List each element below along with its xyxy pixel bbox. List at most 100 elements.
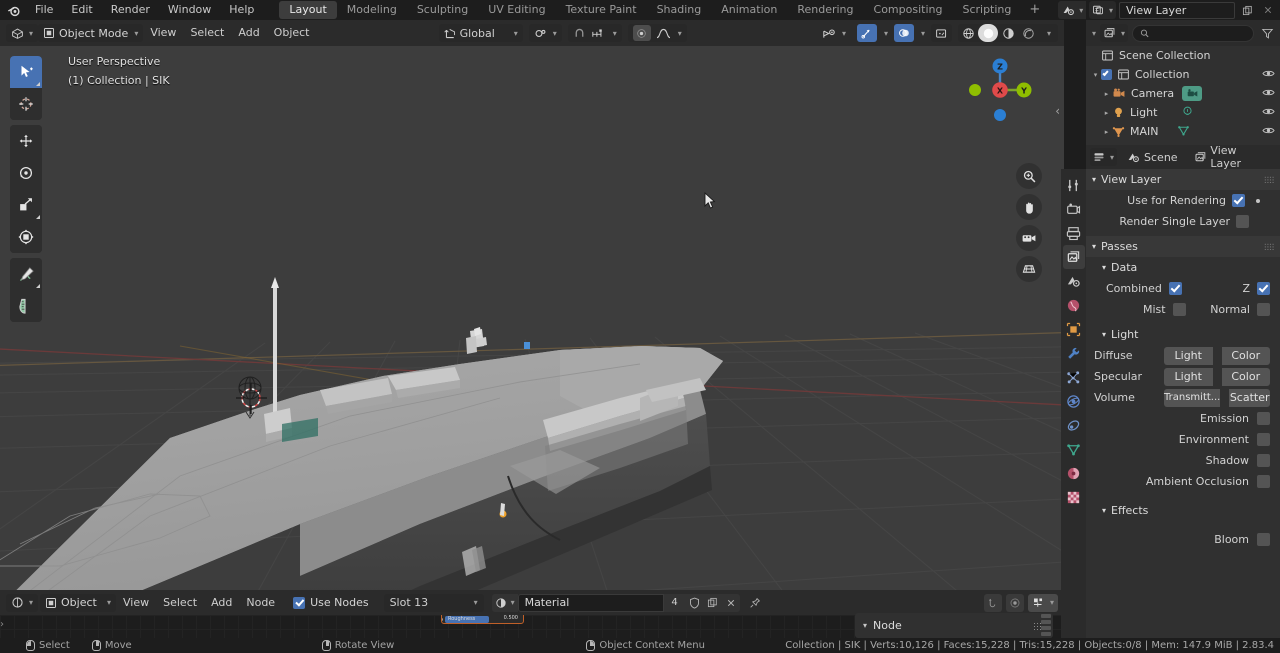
shader-menu-add[interactable]: Add xyxy=(204,594,239,612)
hide-in-viewport-icon[interactable] xyxy=(1262,68,1275,82)
workspace-tab-scripting[interactable]: Scripting xyxy=(952,1,1021,19)
render-tab-icon[interactable] xyxy=(1063,197,1085,221)
modifier-tab-icon[interactable] xyxy=(1063,341,1085,365)
principled-bsdf-node[interactable]: Specular 0.500 Specular Tint 0.000 Rough… xyxy=(441,615,524,624)
z-checkbox[interactable] xyxy=(1257,282,1270,295)
row-ambient-occlusion[interactable]: Ambient Occlusion xyxy=(1086,471,1280,492)
animate-property-dot[interactable] xyxy=(1256,198,1260,203)
menu-file[interactable]: File xyxy=(26,0,62,20)
subsection-light-header[interactable]: ▾ Light xyxy=(1086,324,1280,345)
pin-id-button[interactable] xyxy=(746,594,764,612)
scene-tab-icon[interactable] xyxy=(1063,269,1085,293)
disclosure-triangle-icon[interactable]: ▾ xyxy=(863,621,867,630)
material-slot-selector[interactable]: Slot 13 ▾ xyxy=(383,593,484,612)
measure-tool[interactable] xyxy=(10,290,42,322)
disclosure-triangle-icon[interactable]: ▾ xyxy=(1102,263,1106,272)
use-for-rendering-checkbox[interactable] xyxy=(1232,194,1245,207)
menu-help[interactable]: Help xyxy=(220,0,263,20)
disclosure-triangle-icon[interactable]: ▾ xyxy=(1090,71,1101,79)
shader-menu-node[interactable]: Node xyxy=(239,594,282,612)
section-view-layer-header[interactable]: ▾ View Layer xyxy=(1086,169,1280,190)
move-tool[interactable] xyxy=(10,125,42,157)
viewport-menu-view[interactable]: View xyxy=(143,24,183,42)
specular-color-button[interactable]: Color xyxy=(1221,367,1270,386)
new-view-layer-button[interactable] xyxy=(1238,1,1256,19)
new-material-button[interactable] xyxy=(703,593,722,612)
breadcrumb-view-layer[interactable]: View Layer xyxy=(1188,144,1276,170)
scale-tool[interactable] xyxy=(10,189,42,221)
material-preview-icon[interactable] xyxy=(998,24,1018,42)
disclosure-triangle-icon[interactable]: ▾ xyxy=(1092,242,1096,251)
toggle-perspective-button[interactable] xyxy=(1016,256,1042,282)
workspace-tab-animation[interactable]: Animation xyxy=(711,1,787,19)
overlays-icon[interactable] xyxy=(894,24,914,42)
material-browse-button[interactable]: ▾ xyxy=(491,593,518,612)
light-data-icon[interactable] xyxy=(1181,105,1194,121)
shadow-checkbox[interactable] xyxy=(1257,454,1270,467)
outliner-search-input[interactable] xyxy=(1153,26,1246,40)
rotate-tool[interactable] xyxy=(10,157,42,189)
collection-checkbox[interactable] xyxy=(1101,69,1112,80)
outliner-editor-type-icon[interactable]: ▾ xyxy=(1089,1,1117,19)
snapping-controls[interactable]: ▾ xyxy=(567,24,622,42)
material-tab-icon[interactable] xyxy=(1063,461,1085,485)
toggle-xray-button[interactable] xyxy=(931,24,953,42)
world-tab-icon[interactable] xyxy=(1063,293,1085,317)
annotate-tool[interactable] xyxy=(10,258,42,290)
properties-editor-type-icon[interactable]: ▾ xyxy=(1090,148,1118,166)
mesh-data-icon[interactable] xyxy=(1177,124,1190,140)
row-render-single-layer[interactable]: Render Single Layer xyxy=(1086,211,1280,232)
pan-view-button[interactable] xyxy=(1016,194,1042,220)
hide-in-viewport-icon[interactable] xyxy=(1262,87,1275,101)
disclosure-triangle-icon[interactable]: ▾ xyxy=(1092,175,1096,184)
view-layer-tab-icon[interactable] xyxy=(1062,245,1085,269)
section-passes-header[interactable]: ▾ Passes xyxy=(1086,236,1280,257)
proportional-edit-button[interactable] xyxy=(1005,593,1024,612)
hide-in-viewport-icon[interactable] xyxy=(1262,125,1275,139)
rendered-icon[interactable] xyxy=(1018,24,1038,42)
material-name-field[interactable]: Material xyxy=(517,593,664,612)
node-panel-tabs[interactable] xyxy=(1041,614,1051,637)
menu-window[interactable]: Window xyxy=(159,0,220,20)
panel-grip-icon[interactable] xyxy=(1264,176,1274,183)
workspace-tab-rendering[interactable]: Rendering xyxy=(787,1,863,19)
transform-orientation-selector[interactable]: Global ▾ xyxy=(438,24,523,42)
viewport-menu-add[interactable]: Add xyxy=(231,24,266,42)
subsection-data-header[interactable]: ▾ Data xyxy=(1086,257,1280,278)
outliner-row-light[interactable]: ▸ Light xyxy=(1086,103,1280,122)
hide-in-viewport-icon[interactable] xyxy=(1262,106,1275,120)
outliner-row-collection[interactable]: ▾ Collection xyxy=(1086,65,1280,84)
disclosure-triangle-icon[interactable]: ▸ xyxy=(1101,109,1112,117)
shader-menu-select[interactable]: Select xyxy=(156,594,204,612)
mist-checkbox[interactable] xyxy=(1172,303,1186,316)
camera-view-button[interactable] xyxy=(1016,225,1042,251)
row-use-for-rendering[interactable]: Use for Rendering xyxy=(1086,190,1280,211)
cursor-tool[interactable] xyxy=(10,88,42,120)
roughness-slider[interactable]: Roughness xyxy=(445,615,489,623)
data-tab-icon[interactable] xyxy=(1063,437,1085,461)
shader-menu-view[interactable]: View xyxy=(116,594,156,612)
particles-tab-icon[interactable] xyxy=(1063,365,1085,389)
workspace-tab-texture-paint[interactable]: Texture Paint xyxy=(556,1,647,19)
node-properties-panel[interactable]: ▾ Node xyxy=(855,613,1053,638)
outliner-filter-button[interactable] xyxy=(1258,24,1276,42)
tool-tab-icon[interactable] xyxy=(1063,173,1085,197)
blender-logo-icon[interactable] xyxy=(0,0,26,20)
wireframe-icon[interactable] xyxy=(958,24,978,42)
overlays-controls[interactable]: ▾ xyxy=(894,24,925,42)
outliner-row-camera[interactable]: ▸ Camera xyxy=(1086,84,1280,103)
disclosure-triangle-icon[interactable]: ▾ xyxy=(1102,330,1106,339)
sidebar-toggle-button[interactable]: ‹ xyxy=(1055,104,1060,118)
viewport-menu-select[interactable]: Select xyxy=(183,24,231,42)
camera-data-icon[interactable] xyxy=(1182,86,1203,101)
viewport-canvas[interactable]: User Perspective (1) Collection | SIK Z … xyxy=(0,46,1064,590)
combined-checkbox[interactable] xyxy=(1168,282,1182,295)
output-tab-icon[interactable] xyxy=(1063,221,1085,245)
ambient-occlusion-checkbox[interactable] xyxy=(1257,475,1270,488)
outliner-row-scene-collection[interactable]: Scene Collection xyxy=(1086,46,1280,65)
outliner-display-mode-selector[interactable]: ▾ xyxy=(1100,24,1129,42)
shading-dropdown-button[interactable]: ▾ xyxy=(1038,24,1058,42)
visibility-popover[interactable]: ▾ xyxy=(817,24,851,42)
breadcrumb-scene[interactable]: Scene xyxy=(1121,148,1184,167)
specular-light-button[interactable]: Light xyxy=(1164,367,1213,386)
